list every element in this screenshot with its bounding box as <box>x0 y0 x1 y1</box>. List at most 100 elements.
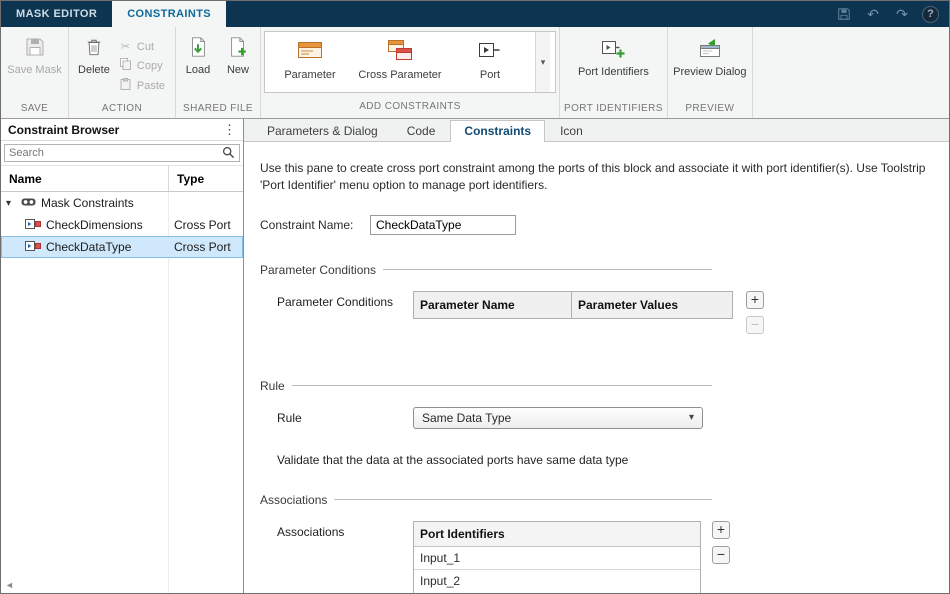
tab-parameters-dialog[interactable]: Parameters & Dialog <box>253 120 392 141</box>
constraint-name-label: Constraint Name: <box>260 218 370 232</box>
parameter-conditions-label: Parameter Conditions <box>277 291 413 309</box>
delete-icon <box>85 36 103 61</box>
port-icon <box>477 39 503 65</box>
tree-row-checkdatatype[interactable]: CheckDataType Cross Port <box>1 236 243 258</box>
tab-constraints-pane[interactable]: Constraints <box>450 120 545 141</box>
cut-icon: ✂ <box>119 40 132 53</box>
tree-row-mask-constraints[interactable]: ▾ Mask Constraints <box>1 192 243 214</box>
section-label-shared-file: SHARED FILE <box>176 101 260 118</box>
table-row[interactable]: Input_2 <box>414 570 700 593</box>
new-icon <box>227 36 249 61</box>
gallery-dropdown-button[interactable]: ▾ <box>535 32 550 92</box>
associations-table: Port Identifiers Input_1 Input_2 <box>413 521 701 593</box>
port-identifiers-button[interactable]: Port Identifiers <box>566 31 660 78</box>
constraints-gallery: Parameter Cross Parameter Port ▾ <box>264 31 556 93</box>
column-header-name: Name <box>1 166 168 191</box>
section-rule-line <box>292 385 712 386</box>
associations-section: Associations Associations Port Identifie… <box>260 493 933 593</box>
ribbon-section-port-identifiers: Port Identifiers PORT IDENTIFIERS <box>560 27 668 118</box>
constraint-tree: ▾ Mask Constraints CheckDimensions <box>1 192 243 593</box>
associations-section-title: Associations <box>260 493 712 507</box>
parameter-icon <box>297 39 323 65</box>
ribbon-toolstrip: Save Mask SAVE Delete ✂ Cut <box>1 27 949 119</box>
ribbon-section-add-constraints: Parameter Cross Parameter Port ▾ <box>261 27 560 118</box>
constraint-browser-title: Constraint Browser <box>8 123 119 137</box>
table-row[interactable]: Input_1 <box>414 547 700 570</box>
rule-dropdown[interactable]: Same Data Type ▾ <box>413 407 703 429</box>
undo-icon[interactable]: ↶ <box>864 5 882 23</box>
tab-code[interactable]: Code <box>393 120 450 141</box>
ribbon-empty-space <box>753 27 949 118</box>
add-association-button[interactable]: + <box>712 521 730 539</box>
tree-row-checkdimensions[interactable]: CheckDimensions Cross Port <box>1 214 243 236</box>
paste-button[interactable]: Paste <box>114 77 170 94</box>
titlebar: MASK EDITOR CONSTRAINTS ↶ ↷ ? <box>1 1 949 27</box>
load-button[interactable]: Load <box>178 31 218 76</box>
caret-down-icon[interactable]: ▾ <box>6 198 16 209</box>
rule-hint-text: Validate that the data at the associated… <box>277 453 933 467</box>
mask-icon <box>21 196 36 211</box>
add-port-constraint-button[interactable]: Port <box>445 32 535 92</box>
rule-section-title: Rule <box>260 379 712 393</box>
parameter-conditions-section-title: Parameter Conditions <box>260 263 712 277</box>
table-header-port-identifiers: Port Identifiers <box>414 522 700 547</box>
constraints-pane-content: Use this pane to create cross port const… <box>244 142 949 593</box>
section-label-add-constraints: ADD CONSTRAINTS <box>261 99 559 116</box>
save-icon[interactable] <box>835 5 853 23</box>
section-rule-line <box>334 499 712 500</box>
table-header-parameter-values: Parameter Values <box>571 292 732 318</box>
copy-button[interactable]: Copy <box>114 57 170 74</box>
titlebar-quick-actions: ↶ ↷ ? <box>835 1 949 27</box>
rule-label: Rule <box>277 407 413 425</box>
section-rule-line <box>383 269 712 270</box>
add-cross-parameter-constraint-button[interactable]: Cross Parameter <box>355 32 445 92</box>
tree-root-label: Mask Constraints <box>41 196 134 210</box>
constraint-icon <box>25 240 41 255</box>
cut-button[interactable]: ✂ Cut <box>114 39 170 54</box>
save-mask-icon <box>24 36 46 61</box>
section-label-save: SAVE <box>1 101 68 118</box>
save-mask-button[interactable]: Save Mask <box>7 31 63 76</box>
constraint-name-row: Constraint Name: <box>260 215 933 235</box>
rule-dropdown-value: Same Data Type <box>422 411 511 425</box>
delete-button[interactable]: Delete <box>74 31 114 76</box>
preview-dialog-button[interactable]: Preview Dialog <box>670 31 750 78</box>
remove-association-button[interactable]: − <box>712 546 730 564</box>
ribbon-section-preview: Preview Dialog PREVIEW <box>668 27 753 118</box>
tree-item-type: Cross Port <box>168 240 243 254</box>
collapse-panel-icon[interactable]: ◄ <box>5 580 14 590</box>
section-label-port-identifiers: PORT IDENTIFIERS <box>560 101 667 118</box>
constraint-name-input[interactable] <box>370 215 516 235</box>
preview-dialog-icon <box>697 36 723 63</box>
browser-column-headers: Name Type <box>1 165 243 192</box>
parameter-conditions-table[interactable]: Parameter Name Parameter Values <box>413 291 733 319</box>
constraint-icon <box>25 218 41 233</box>
search-input[interactable] <box>4 144 240 162</box>
section-label-action: ACTION <box>69 101 175 118</box>
pane-description: Use this pane to create cross port const… <box>260 160 933 195</box>
copy-icon <box>119 58 132 73</box>
cross-parameter-icon <box>387 39 413 65</box>
redo-icon[interactable]: ↷ <box>893 5 911 23</box>
editor-pane: Parameters & Dialog Code Constraints Ico… <box>244 119 949 593</box>
load-icon <box>187 36 209 61</box>
parameter-conditions-section: Parameter Conditions Parameter Condition… <box>260 263 933 349</box>
help-icon[interactable]: ? <box>922 6 939 23</box>
panel-menu-icon[interactable]: ⋮ <box>223 123 236 136</box>
add-parameter-constraint-button[interactable]: Parameter <box>265 32 355 92</box>
paste-icon <box>119 78 132 93</box>
chevron-down-icon: ▾ <box>689 412 694 423</box>
search-icon <box>222 146 235 164</box>
tab-constraints[interactable]: CONSTRAINTS <box>112 1 226 27</box>
remove-parameter-condition-button[interactable]: − <box>746 316 764 334</box>
ribbon-section-save: Save Mask SAVE <box>1 27 69 118</box>
tab-icon[interactable]: Icon <box>546 120 597 141</box>
rule-section: Rule Rule Same Data Type ▾ Validate that… <box>260 379 933 467</box>
port-identifiers-icon <box>600 36 626 63</box>
add-parameter-condition-button[interactable]: + <box>746 291 764 309</box>
new-button[interactable]: New <box>218 31 258 76</box>
tab-mask-editor[interactable]: MASK EDITOR <box>1 1 112 27</box>
section-label-preview: PREVIEW <box>668 101 752 118</box>
editor-tabbar: Parameters & Dialog Code Constraints Ico… <box>244 119 949 142</box>
ribbon-section-shared-file: Load New SHARED FILE <box>176 27 261 118</box>
